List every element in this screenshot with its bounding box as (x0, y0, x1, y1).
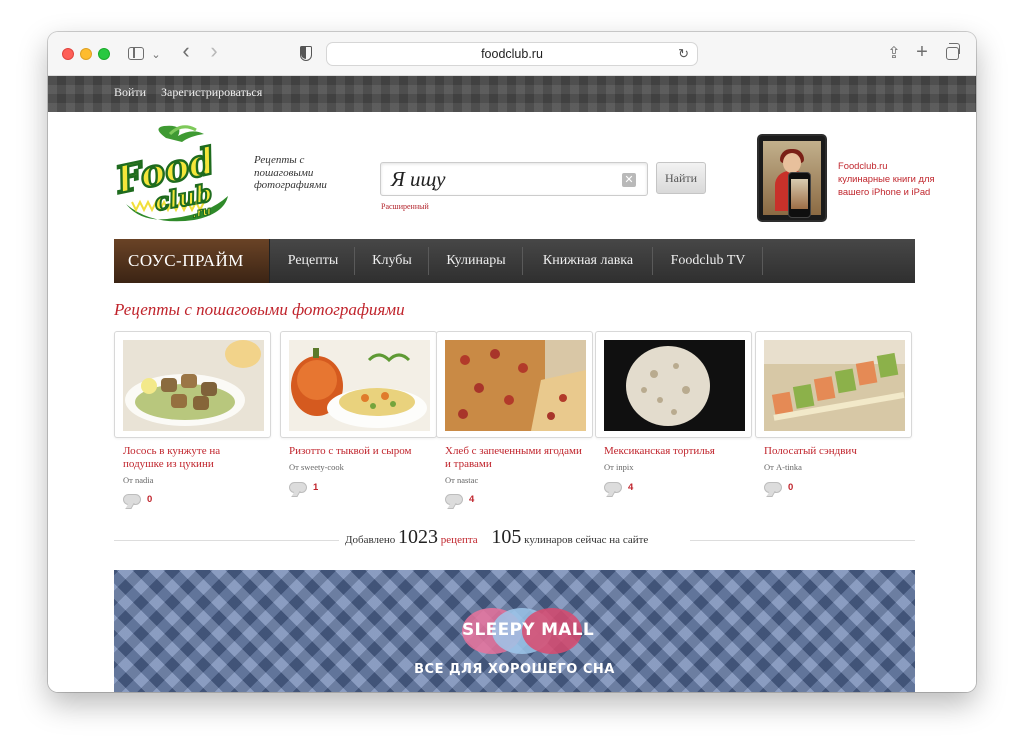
nav-item-recipes[interactable]: Рецепты (274, 239, 352, 283)
recipe-thumbnail[interactable] (280, 331, 437, 438)
recipe-thumbnail[interactable] (436, 331, 593, 438)
added-label: Добавлено (345, 534, 396, 546)
find-button[interactable]: Найти (656, 162, 706, 194)
recipe-thumbnail[interactable] (755, 331, 912, 438)
site-stats: Добавлено 1023 рецепта 105 кулинаров сей… (114, 526, 915, 556)
clear-search-icon[interactable]: ✕ (622, 173, 636, 187)
minimize-window-button[interactable] (80, 48, 92, 60)
tortilla-photo (604, 340, 745, 431)
advanced-search-link[interactable]: Расширенный (381, 202, 429, 211)
recipe-title-link[interactable]: Ризотто с тыквой и сыром (289, 445, 429, 458)
risotto-photo (289, 340, 430, 431)
iphone-image[interactable] (788, 172, 811, 218)
stats-divider (690, 540, 915, 541)
search-input[interactable]: Я ищу ✕ (380, 162, 648, 196)
foodclub-logo[interactable]: Food club .ru (112, 124, 236, 222)
comment-bubble-icon (289, 482, 307, 493)
recipe-author[interactable]: От nadia (123, 475, 153, 485)
comment-count: 0 (788, 482, 794, 493)
recipe-title-link[interactable]: Полосатый сэндвич (764, 445, 904, 458)
comment-count: 0 (147, 494, 153, 505)
online-count: 105 (491, 526, 522, 548)
comment-count: 4 (469, 494, 475, 505)
recipes-link[interactable]: рецепта (441, 534, 478, 546)
sidebar-icon[interactable] (128, 47, 144, 60)
recipe-author[interactable]: От sweety-cook (289, 462, 344, 472)
stats-divider (114, 540, 339, 541)
zoom-window-button[interactable] (98, 48, 110, 60)
nav-item-foodclub-tv[interactable]: Foodclub TV (656, 239, 760, 283)
recipe-title-link[interactable]: Мексиканская тортилья (604, 445, 744, 458)
main-nav: СОУС-ПРАЙМ Рецепты Клубы Кулинары Книжна… (114, 239, 915, 283)
browser-window: ⌄ ‹ › foodclub.ru ↻ ⇪ + Войти Зарегистри… (48, 32, 976, 692)
nav-divider (522, 247, 523, 275)
site-tagline: Рецепты с пошаговыми фотографиями (254, 154, 327, 191)
register-link[interactable]: Зарегистрироваться (161, 85, 262, 100)
banner-slogan: ВСЕ ДЛЯ ХОРОШЕГО СНА (414, 662, 615, 677)
nav-item-cooks[interactable]: Кулинары (432, 239, 520, 283)
recipe-thumbnail[interactable] (595, 331, 752, 438)
app-promo-link[interactable]: Foodclub.ru кулинарные книги для вашего … (838, 159, 938, 198)
nav-brand-label: СОУС-ПРАЙМ (128, 251, 244, 270)
section-title: Рецепты с пошаговыми фотографиями (114, 300, 405, 319)
stats-text: Добавлено 1023 рецепта 105 кулинаров сей… (345, 526, 648, 549)
privacy-shield-icon[interactable] (300, 46, 312, 61)
comment-bubble-icon (764, 482, 782, 493)
recipe-author[interactable]: От inpix (604, 462, 633, 472)
nav-brand-banner[interactable]: СОУС-ПРАЙМ (114, 239, 270, 283)
url-text: foodclub.ru (481, 47, 543, 61)
online-label: кулинаров сейчас на сайте (524, 534, 649, 546)
recipe-title-link[interactable]: Хлеб с запеченными ягодами и травами (445, 445, 585, 471)
page: Войти Зарегистрироваться Food club .ru Р… (48, 76, 976, 692)
nav-divider (354, 247, 355, 275)
nav-divider (652, 247, 653, 275)
share-icon[interactable]: ⇪ (886, 44, 902, 64)
address-bar[interactable]: foodclub.ru ↻ (326, 42, 698, 66)
recipe-count: 1023 (398, 526, 439, 548)
nav-divider (428, 247, 429, 275)
nav-item-bookshop[interactable]: Книжная лавка (526, 239, 650, 283)
recipe-cards: Лосось в кунжуте на подушке из цукини От… (114, 331, 915, 521)
top-bar: Войти Зарегистрироваться (48, 76, 976, 112)
nav-divider (762, 247, 763, 275)
tab-overview-icon[interactable] (946, 43, 960, 60)
reload-icon[interactable]: ↻ (678, 43, 689, 65)
comment-bubble-icon (604, 482, 622, 493)
chevron-down-icon[interactable]: ⌄ (149, 45, 163, 65)
close-window-button[interactable] (62, 48, 74, 60)
recipe-author[interactable]: От nastac (445, 475, 478, 485)
nav-item-clubs[interactable]: Клубы (358, 239, 426, 283)
striped-sandwich-photo (764, 340, 905, 431)
recipe-thumbnail[interactable] (114, 331, 271, 438)
sleepy-mall-banner[interactable]: SLEEPY MALL ВСЕ ДЛЯ ХОРОШЕГО СНА (114, 570, 915, 692)
salmon-photo (123, 340, 264, 431)
berry-bread-photo (445, 340, 586, 431)
comment-count: 1 (313, 482, 319, 493)
recipe-author[interactable]: От A-tinka (764, 462, 802, 472)
site-header: Food club .ru Рецепты с пошаговыми фотог… (48, 112, 976, 240)
back-arrow-icon[interactable]: ‹ (178, 40, 194, 62)
forward-arrow-icon[interactable]: › (206, 40, 222, 62)
svg-text:.ru: .ru (191, 203, 213, 220)
comment-count: 4 (628, 482, 634, 493)
comment-bubble-icon (445, 494, 463, 505)
recipe-title-link[interactable]: Лосось в кунжуте на подушке из цукини (123, 445, 263, 471)
browser-toolbar: ⌄ ‹ › foodclub.ru ↻ ⇪ + (48, 32, 976, 76)
new-tab-icon[interactable]: + (914, 42, 930, 62)
comment-bubble-icon (123, 494, 141, 505)
banner-brand: SLEEPY MALL (462, 620, 595, 640)
login-link[interactable]: Войти (114, 85, 146, 100)
search-query-text: Я ищу (391, 167, 446, 191)
